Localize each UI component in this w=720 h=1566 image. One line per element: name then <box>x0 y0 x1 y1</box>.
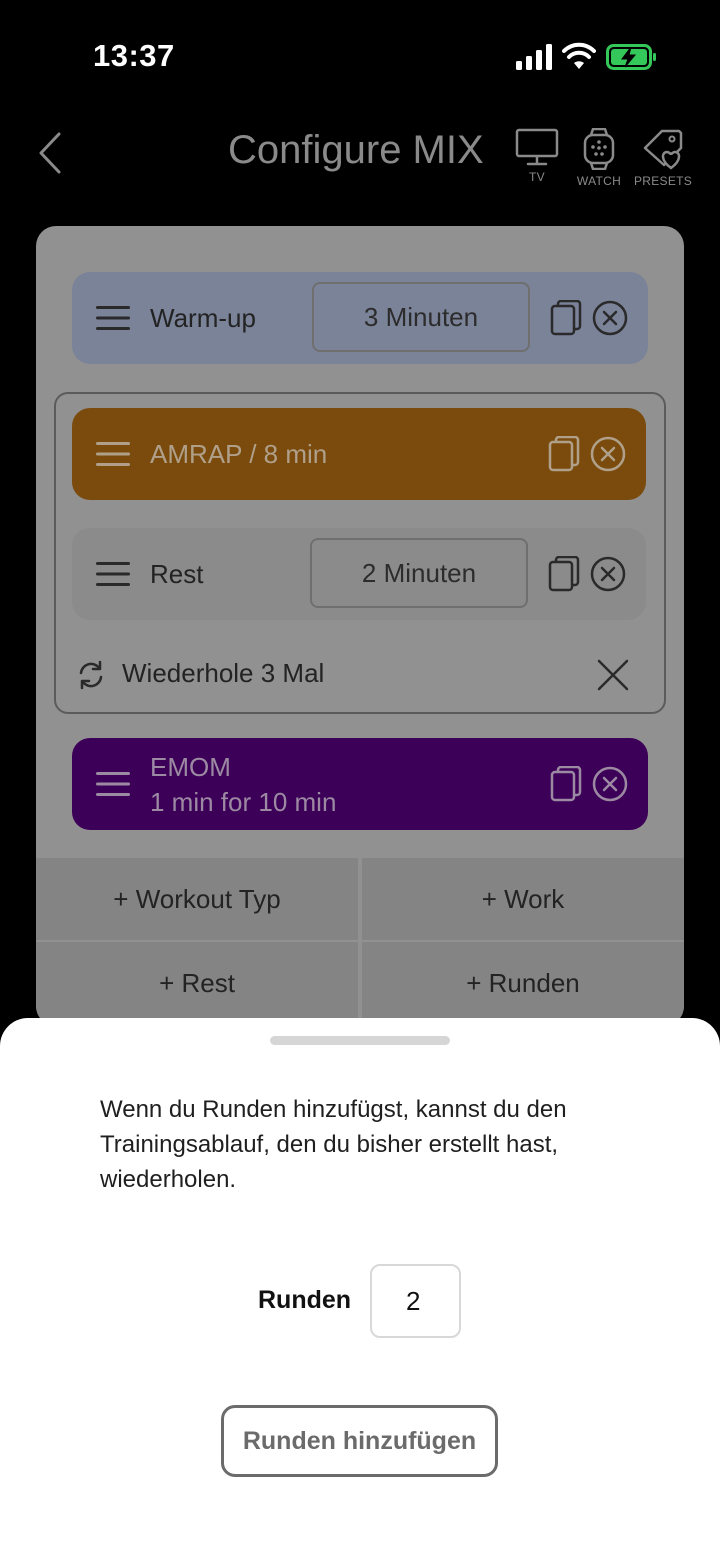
add-options-grid: + Workout Typ + Work + Rest + Runden <box>36 858 684 1026</box>
chevron-left-icon <box>39 132 61 174</box>
page-title: Configure MIX <box>228 128 484 172</box>
add-rounds-sheet: Wenn du Runden hinzufügst, kannst du den… <box>0 1018 720 1566</box>
presets-button[interactable]: PRESETS <box>634 128 692 188</box>
emom-block[interactable]: EMOM 1 min for 10 min <box>72 738 648 830</box>
tv-label: TV <box>529 170 545 184</box>
remove-circle-icon[interactable] <box>592 300 628 336</box>
sheet-grabber[interactable] <box>270 1036 450 1045</box>
warmup-block[interactable]: Warm-up 3 Minuten <box>72 272 648 364</box>
remove-circle-icon[interactable] <box>592 766 628 802</box>
amrap-block[interactable]: AMRAP / 8 min <box>72 408 646 500</box>
watch-label: WATCH <box>576 174 622 188</box>
drag-handle-icon[interactable] <box>96 562 130 586</box>
status-time: 13:37 <box>93 38 175 73</box>
copy-icon[interactable] <box>550 300 582 336</box>
close-icon[interactable] <box>596 658 630 692</box>
amrap-label: AMRAP / 8 min <box>150 438 328 469</box>
rest-duration-field[interactable]: 2 Minuten <box>310 538 528 608</box>
warmup-duration-field[interactable]: 3 Minuten <box>312 282 530 352</box>
submit-rounds-button[interactable]: Runden hinzufügen <box>221 1405 498 1477</box>
add-work-button[interactable]: + Work <box>362 858 684 940</box>
add-workout-type-button[interactable]: + Workout Typ <box>36 858 358 940</box>
add-rest-button[interactable]: + Rest <box>36 942 358 1024</box>
back-button[interactable] <box>30 128 70 178</box>
emom-title: EMOM <box>150 752 231 782</box>
watch-icon <box>583 128 615 170</box>
remove-circle-icon[interactable] <box>590 556 626 592</box>
rest-block[interactable]: Rest 2 Minuten <box>72 528 646 620</box>
wifi-icon <box>562 42 596 69</box>
status-bar: 13:37 <box>0 0 720 110</box>
sheet-description: Wenn du Runden hinzufügst, kannst du den… <box>100 1096 567 1193</box>
drag-handle-icon[interactable] <box>96 772 130 796</box>
drag-handle-icon[interactable] <box>96 442 130 466</box>
rounds-input[interactable] <box>370 1264 461 1338</box>
repeat-label: Wiederhole 3 Mal <box>122 658 325 688</box>
drag-handle-icon[interactable] <box>96 306 130 330</box>
presets-label: PRESETS <box>633 174 693 188</box>
header: Configure MIX TV WATCH PRESETS <box>0 110 720 220</box>
repeat-icon <box>79 660 103 690</box>
battery-charging-icon <box>606 44 656 70</box>
rounds-label: Runden <box>258 1286 352 1314</box>
emom-subtitle: 1 min for 10 min <box>150 787 337 817</box>
add-rounds-button[interactable]: + Runden <box>362 942 684 1024</box>
rest-label: Rest <box>150 558 204 589</box>
tv-button[interactable]: TV <box>510 128 564 184</box>
tv-icon <box>515 128 559 166</box>
warmup-label: Warm-up <box>150 302 256 333</box>
copy-icon[interactable] <box>548 436 580 472</box>
tag-heart-icon <box>643 129 683 170</box>
repeat-row: Wiederhole 3 Mal <box>72 644 646 704</box>
copy-icon[interactable] <box>548 556 580 592</box>
remove-circle-icon[interactable] <box>590 436 626 472</box>
watch-button[interactable]: WATCH <box>572 128 626 188</box>
copy-icon[interactable] <box>550 766 582 802</box>
cellular-signal-icon <box>516 44 552 70</box>
workout-sequence-card: Warm-up 3 Minuten AMRAP / 8 min Rest 2 M… <box>36 226 684 1026</box>
emom-label: EMOM 1 min for 10 min <box>150 750 336 820</box>
